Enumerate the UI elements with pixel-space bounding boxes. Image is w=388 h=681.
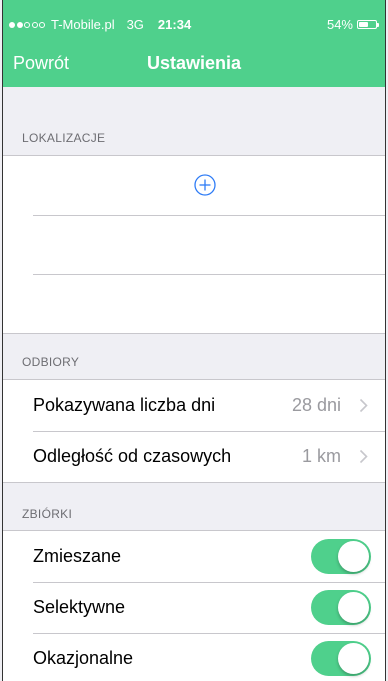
setting-value: 1 km [301, 446, 341, 466]
section-header-collections: ZBIÓRKI [22, 507, 73, 521]
pickups-group: Pokazywana liczba dni 28 dni Odległość o… [3, 379, 385, 483]
battery-percent: 54% [326, 17, 353, 32]
signal-dot [16, 21, 23, 28]
setting-row-distance[interactable]: Odległość od czasowych 1 km [3, 431, 385, 482]
toggle-label: Zmieszane [33, 546, 122, 566]
toggle-row-mixed: Zmieszane [3, 531, 385, 582]
add-location-row[interactable] [3, 156, 385, 215]
selective-toggle[interactable] [311, 590, 371, 625]
status-bar: T-Mobile.pl 3G 21:34 54% [3, 0, 385, 38]
page-title: Ustawienia [146, 53, 242, 73]
setting-row-days[interactable]: Pokazywana liczba dni 28 dni [3, 380, 385, 431]
navigation-bar: Powrót Ustawienia [3, 38, 385, 87]
locations-group [3, 155, 385, 334]
toggle-knob [338, 643, 369, 674]
app-frame: T-Mobile.pl 3G 21:34 54% Powrót Ustawien… [2, 0, 386, 681]
signal-dot [9, 21, 15, 28]
toggle-row-selective: Selektywne [3, 582, 385, 633]
toggle-knob [338, 541, 369, 572]
collections-group: Zmieszane Selektywne Okazjonalne [3, 530, 385, 681]
network-type: 3G [126, 17, 144, 32]
toggle-label: Okazjonalne [33, 648, 134, 668]
location-row-empty[interactable] [3, 274, 385, 333]
plus-circle-icon[interactable] [194, 174, 216, 196]
setting-label: Pokazywana liczba dni [33, 395, 216, 415]
signal-icon [9, 21, 45, 28]
mixed-toggle[interactable] [311, 539, 371, 574]
location-row-empty[interactable] [3, 215, 385, 274]
clock: 21:34 [157, 17, 192, 32]
chevron-right-icon [359, 449, 368, 464]
section-header-locations: LOKALIZACJE [22, 131, 106, 145]
setting-value: 28 dni [291, 395, 341, 415]
occasional-toggle[interactable] [311, 641, 371, 676]
battery-tip [377, 22, 379, 27]
section-header-pickups: ODBIORY [22, 355, 80, 369]
signal-dot [24, 21, 30, 28]
setting-label: Odległość od czasowych [33, 446, 232, 466]
carrier-name: T-Mobile.pl [51, 17, 115, 32]
signal-dot [31, 21, 38, 28]
toggle-row-occasional: Okazjonalne [3, 633, 385, 681]
toggle-knob [338, 592, 369, 623]
signal-dot [39, 21, 45, 28]
status-right: 54% [327, 17, 379, 32]
status-left: T-Mobile.pl 3G 21:34 [9, 17, 191, 32]
battery-fill [359, 22, 368, 27]
toggle-label: Selektywne [33, 597, 126, 617]
battery-icon [357, 20, 377, 29]
chevron-right-icon [359, 398, 368, 413]
